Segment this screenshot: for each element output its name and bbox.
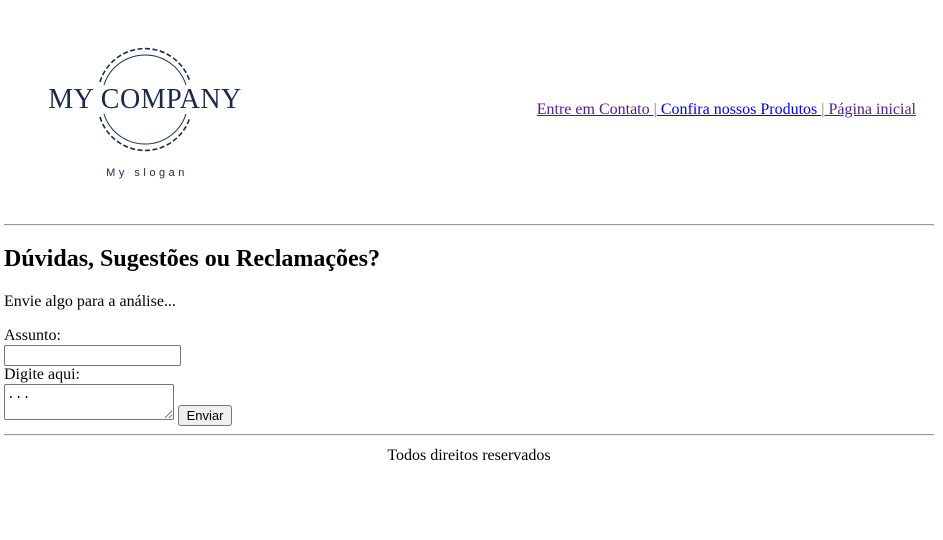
- subject-label: Assunto:: [4, 327, 61, 344]
- submit-button[interactable]: Enviar: [178, 405, 232, 426]
- header: MY COMPANY My slogan Entre em Contato | …: [0, 0, 943, 215]
- nav-link-contato[interactable]: Entre em Contato: [537, 101, 654, 118]
- subject-input[interactable]: [4, 345, 181, 366]
- company-logo: MY COMPANY My slogan: [48, 47, 242, 179]
- nav-link-produtos[interactable]: Confira nossos Produtos: [657, 101, 821, 118]
- footer-divider: [4, 434, 934, 436]
- nav-link-pagina-inicial[interactable]: Página inicial: [824, 101, 916, 118]
- company-slogan: My slogan: [106, 167, 188, 179]
- footer-text: Todos direitos reservados: [387, 447, 551, 464]
- company-name: MY COMPANY: [48, 84, 242, 115]
- message-label: Digite aqui:: [4, 366, 80, 383]
- message-textarea[interactable]: [4, 384, 174, 420]
- page: MY COMPANY My slogan Entre em Contato | …: [0, 0, 943, 540]
- page-title: Dúvidas, Sugestões ou Reclamações?: [4, 246, 380, 272]
- top-navigation: Entre em Contato | Confira nossos Produt…: [537, 101, 916, 119]
- intro-text: Envie algo para a análise...: [4, 293, 176, 310]
- header-divider: [4, 224, 934, 226]
